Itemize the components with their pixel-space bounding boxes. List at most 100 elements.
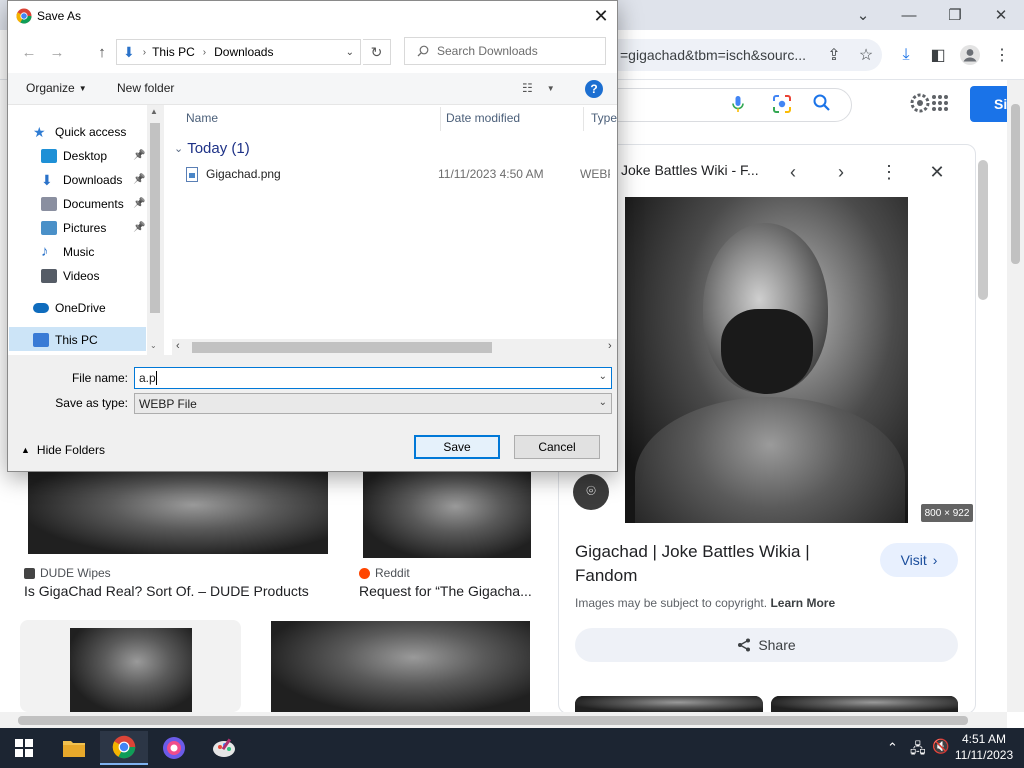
close-panel-icon[interactable]: ✕ xyxy=(923,158,951,186)
more-options-icon[interactable]: ⋮ xyxy=(875,158,903,186)
nav-item-documents[interactable]: Documents xyxy=(41,193,124,215)
search-icon xyxy=(417,45,429,57)
breadcrumb-this-pc[interactable]: This PC xyxy=(152,45,195,59)
minimize-icon[interactable]: — xyxy=(886,2,932,28)
related-image[interactable] xyxy=(771,696,958,712)
pictures-icon xyxy=(41,221,57,235)
download-icon[interactable]: ⤓ xyxy=(894,43,918,67)
address-bar[interactable]: ⬇ › This PC › Downloads ⌄ xyxy=(116,39,361,65)
tab-search-chevron-icon[interactable]: ⌄ xyxy=(840,2,886,28)
nav-item-label: Music xyxy=(63,245,95,259)
nav-item-this-pc[interactable]: This PC xyxy=(33,329,98,351)
previous-image-icon[interactable]: ‹ xyxy=(779,158,807,186)
column-header-name[interactable]: Name xyxy=(186,111,218,125)
chrome-taskbar-icon[interactable] xyxy=(100,731,148,765)
windows-start-icon[interactable] xyxy=(0,731,48,765)
forward-arrow-icon[interactable]: → xyxy=(46,41,68,63)
file-name-label: File name: xyxy=(71,371,128,385)
result-image[interactable] xyxy=(28,472,328,554)
file-explorer-icon[interactable] xyxy=(50,731,98,765)
up-arrow-icon[interactable]: ↑ xyxy=(91,41,113,63)
lens-camera-icon[interactable]: ⌾ xyxy=(573,474,609,510)
result-source[interactable]: Reddit xyxy=(359,566,410,580)
breadcrumb-downloads[interactable]: Downloads xyxy=(214,45,273,59)
save-button[interactable]: Save xyxy=(414,435,500,459)
back-arrow-icon[interactable]: ← xyxy=(18,41,40,63)
cancel-button[interactable]: Cancel xyxy=(514,435,600,459)
nav-item-label: Documents xyxy=(63,197,124,211)
refresh-icon[interactable]: ↻ xyxy=(363,39,391,65)
panel-scrollbar[interactable] xyxy=(978,160,988,300)
learn-more-link[interactable]: Learn More xyxy=(770,596,835,610)
share-nodes-icon xyxy=(738,638,751,652)
nav-item-videos[interactable]: Videos xyxy=(41,265,99,287)
result-image[interactable] xyxy=(363,472,531,558)
file-row[interactable]: Gigachad.png 11/11/2023 4:50 AM WEBP xyxy=(186,162,617,186)
nav-item-label: Desktop xyxy=(63,149,108,163)
column-header-date-modified[interactable]: Date modified xyxy=(446,111,520,125)
tray-chevron-up-icon[interactable]: ⌃ xyxy=(887,740,898,756)
preview-image[interactable] xyxy=(625,197,908,523)
search-placeholder: Search Downloads xyxy=(437,44,538,58)
nav-item-downloads[interactable]: ⬇ Downloads xyxy=(41,169,122,191)
dialog-close-icon[interactable]: ✕ xyxy=(586,3,616,29)
save-as-type-value: WEBP File xyxy=(139,396,197,411)
profile-avatar-icon[interactable] xyxy=(958,43,982,67)
column-header-type[interactable]: Type xyxy=(591,111,617,125)
voice-search-icon[interactable] xyxy=(728,94,748,114)
nav-item-quick-access[interactable]: ★ Quick access xyxy=(33,121,126,143)
search-downloads-input[interactable]: Search Downloads xyxy=(404,37,606,65)
window-close-icon[interactable]: ✕ xyxy=(978,2,1024,28)
file-name-dropdown-chevron-icon[interactable]: ⌄ xyxy=(599,371,607,382)
result-image[interactable] xyxy=(70,628,192,712)
result-source[interactable]: DUDE Wipes xyxy=(24,566,111,580)
nav-item-onedrive[interactable]: OneDrive xyxy=(33,297,106,319)
chrome-menu-icon[interactable]: ⋮ xyxy=(990,43,1014,67)
settings-gear-icon[interactable] xyxy=(908,90,948,118)
result-image[interactable] xyxy=(271,621,530,712)
hide-folders-toggle[interactable]: ▲ Hide Folders xyxy=(21,443,105,457)
share-icon[interactable]: ⇪ xyxy=(822,43,846,67)
lens-search-icon[interactable] xyxy=(771,93,793,115)
panel-source-title[interactable]: Joke Battles Wiki - F... xyxy=(621,162,759,178)
file-date: 11/11/2023 4:50 AM xyxy=(438,167,544,181)
result-title[interactable]: Is GigaChad Real? Sort Of. – DUDE Produc… xyxy=(24,583,324,599)
nav-pane-scrollbar[interactable]: ▲ ⌄ xyxy=(147,105,163,355)
breadcrumb-separator-icon: › xyxy=(202,46,207,58)
new-folder-button[interactable]: New folder xyxy=(117,81,174,95)
related-image[interactable] xyxy=(575,696,763,712)
network-icon[interactable]: 🖧 xyxy=(910,738,926,762)
organize-menu[interactable]: Organize ▼ xyxy=(26,81,87,95)
share-button[interactable]: Share xyxy=(575,628,958,662)
taskbar-clock[interactable]: 4:51 AM 11/11/2023 xyxy=(944,731,1024,765)
nav-item-music[interactable]: ♪ Music xyxy=(41,241,94,263)
page-horizontal-scrollbar[interactable] xyxy=(0,712,1007,729)
side-panel-icon[interactable]: ◧ xyxy=(926,43,950,67)
save-as-type-label: Save as type: xyxy=(55,396,128,410)
visit-button[interactable]: Visit › xyxy=(880,543,958,577)
share-label: Share xyxy=(758,637,796,653)
result-title[interactable]: Request for “The Gigacha... xyxy=(359,583,539,599)
search-submit-icon[interactable] xyxy=(812,93,834,115)
file-name-input[interactable]: a.p ⌄ xyxy=(134,367,612,389)
group-header-today[interactable]: ⌄ Today (1) xyxy=(174,140,250,157)
breadcrumb-separator-icon: › xyxy=(142,46,147,58)
panel-image-title[interactable]: Gigachad | Joke Battles Wikia | Fandom xyxy=(575,540,865,588)
chevron-right-icon: › xyxy=(932,552,938,568)
nav-item-pictures[interactable]: Pictures xyxy=(41,217,106,239)
help-icon[interactable]: ? xyxy=(585,80,603,98)
next-image-icon[interactable]: › xyxy=(827,158,855,186)
paint-app-icon[interactable] xyxy=(200,731,248,765)
bookmark-star-icon[interactable]: ☆ xyxy=(854,43,878,67)
gamepad-app-icon[interactable] xyxy=(150,731,198,765)
group-label: Today (1) xyxy=(187,140,250,157)
page-vertical-scrollbar[interactable] xyxy=(1007,80,1024,712)
address-dropdown-chevron-icon[interactable]: ⌄ xyxy=(346,47,354,58)
restore-icon[interactable]: ❐ xyxy=(932,2,978,28)
view-options-icon[interactable]: ☷ ▼ xyxy=(522,81,555,95)
save-as-type-select[interactable]: WEBP File ⌄ xyxy=(134,393,612,414)
dude-wipes-favicon-icon xyxy=(24,567,35,579)
nav-item-desktop[interactable]: Desktop xyxy=(41,145,107,167)
file-pane-scrollbar[interactable]: ‹ › xyxy=(172,339,617,356)
type-dropdown-chevron-icon: ⌄ xyxy=(598,397,607,408)
